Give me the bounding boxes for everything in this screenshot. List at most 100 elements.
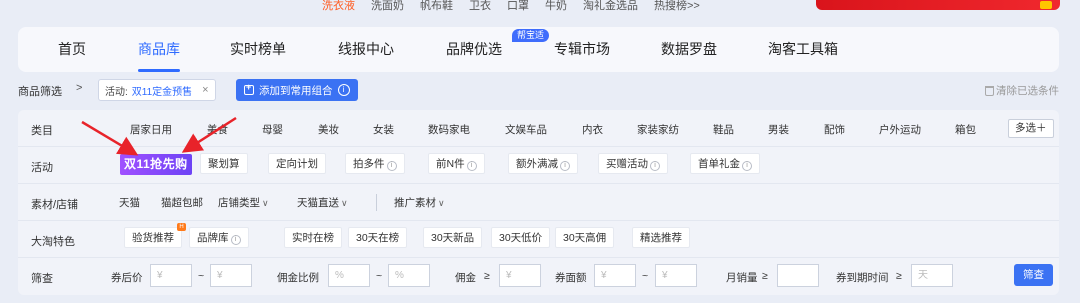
category-item[interactable]: 文娱车品 bbox=[505, 122, 547, 137]
chevron-down-icon: ∨ bbox=[438, 198, 445, 208]
row-label: 活动 bbox=[31, 162, 53, 174]
category-item[interactable]: 数码家电 bbox=[428, 122, 470, 137]
row-label: 大淘特色 bbox=[31, 236, 75, 248]
activity-chip[interactable]: 聚划算 bbox=[200, 153, 248, 174]
nav-brand-select[interactable]: 品牌优选 bbox=[446, 27, 502, 72]
feature-chip[interactable]: 30天低价 bbox=[491, 227, 551, 248]
nav-album-market[interactable]: 专辑市场 bbox=[554, 27, 610, 72]
commission-input[interactable]: ¥ bbox=[499, 264, 541, 287]
coupon-max-input[interactable]: ¥ bbox=[655, 264, 697, 287]
hint-link[interactable]: 卫衣 bbox=[469, 0, 491, 13]
category-item[interactable]: 女装 bbox=[373, 122, 394, 137]
nav-tools[interactable]: 淘客工具箱 bbox=[768, 27, 838, 72]
category-row: 类目 居家日用 美食 母婴 美妆 女装 数码家电 文娱车品 内衣 家装家纺 鞋品… bbox=[18, 110, 1059, 147]
promo-banner[interactable] bbox=[816, 0, 1060, 10]
field-label: 佣金 bbox=[455, 272, 476, 284]
clear-filters-label: 清除已选条件 bbox=[996, 85, 1059, 97]
nav-active-indicator bbox=[138, 69, 180, 72]
activity-row: 活动 双11抢先购 聚划算 定向计划 拍多件 i 前N件 i 额外满减 i 买赠活动 i… bbox=[18, 147, 1059, 184]
info-icon: i bbox=[230, 235, 241, 245]
nav-product-library[interactable]: 商品库 bbox=[138, 27, 180, 72]
category-item[interactable]: 美食 bbox=[207, 122, 228, 137]
store-type-dropdown[interactable]: 店铺类型 ∨ bbox=[218, 195, 269, 210]
category-item[interactable]: 箱包 bbox=[955, 122, 976, 137]
category-item[interactable]: 母婴 bbox=[262, 122, 283, 137]
multi-select-button[interactable]: 多选＋ bbox=[1008, 119, 1054, 138]
category-item[interactable]: 鞋品 bbox=[713, 122, 734, 137]
nav-data-compass[interactable]: 数据罗盘 bbox=[661, 27, 717, 72]
promo-material-dropdown[interactable]: 推广素材 ∨ bbox=[394, 195, 445, 210]
row-label: 类目 bbox=[31, 125, 53, 137]
category-item[interactable]: 内衣 bbox=[582, 122, 603, 137]
rate-min-input[interactable]: % bbox=[328, 264, 370, 287]
range-separator: ~ bbox=[642, 270, 649, 282]
rate-max-input[interactable]: % bbox=[388, 264, 430, 287]
promo-activity-tag[interactable]: 双11抢先购 bbox=[120, 154, 192, 175]
field-label: 券面额 bbox=[555, 272, 587, 284]
nav-realtime-rank[interactable]: 实时榜单 bbox=[230, 27, 286, 72]
activity-chip[interactable]: 定向计划 bbox=[268, 153, 326, 174]
feature-chip[interactable]: 实时在榜 bbox=[284, 227, 342, 248]
coupon-min-input[interactable]: ¥ bbox=[594, 264, 636, 287]
price-min-input[interactable]: ¥ bbox=[150, 264, 192, 287]
clear-filters-button[interactable]: 清除已选条件 bbox=[985, 83, 1059, 98]
hint-link[interactable]: 洗面奶 bbox=[371, 0, 404, 13]
feature-chip[interactable]: 品牌库 i bbox=[189, 227, 249, 248]
hint-link[interactable]: 热搜榜>> bbox=[654, 0, 700, 13]
range-separator: ~ bbox=[376, 270, 383, 282]
chip-label: 额外满减 bbox=[516, 158, 558, 170]
chevron-down-icon: ∨ bbox=[341, 198, 348, 208]
category-item[interactable]: 美妆 bbox=[318, 122, 339, 137]
chip-label: 品牌库 bbox=[197, 232, 229, 244]
chevron-down-icon: ∨ bbox=[262, 198, 269, 208]
activity-chip[interactable]: 额外满减 i bbox=[508, 153, 578, 174]
chip-label: 前N件 bbox=[436, 158, 465, 170]
chip-label: 首单礼金 bbox=[698, 158, 740, 170]
feature-chip[interactable]: 精选推荐 bbox=[632, 227, 690, 248]
info-icon: i bbox=[650, 161, 660, 171]
activity-chip[interactable]: 买赠活动 i bbox=[598, 153, 668, 174]
filter-toolbar: 商品筛选 > 活动: 双11定金预售 × 添加到常用组合 i 清除已选条件 bbox=[18, 78, 1059, 102]
divider bbox=[376, 194, 377, 211]
chevron-right-icon: > bbox=[76, 82, 83, 94]
category-item[interactable]: 户外运动 bbox=[879, 122, 921, 137]
material-item[interactable]: 猫超包邮 bbox=[161, 195, 203, 210]
category-item[interactable]: 男装 bbox=[768, 122, 789, 137]
hint-link[interactable]: 口罩 bbox=[507, 0, 529, 13]
activity-chip[interactable]: 拍多件 i bbox=[345, 153, 405, 174]
hint-link[interactable]: 帆布鞋 bbox=[420, 0, 453, 13]
gte-symbol: ≥ bbox=[762, 270, 768, 282]
nav-home[interactable]: 首页 bbox=[58, 27, 86, 72]
monthly-sales-input[interactable] bbox=[777, 264, 819, 287]
brand-tag-badge: 帮宝适 bbox=[512, 29, 550, 42]
feature-chip[interactable]: 30天新品 bbox=[423, 227, 483, 248]
info-icon: i bbox=[386, 161, 397, 171]
dropdown-label: 店铺类型 bbox=[218, 197, 260, 209]
feature-chip[interactable]: 30天高佣 bbox=[555, 227, 615, 248]
feature-chip[interactable]: 30天在榜 bbox=[348, 227, 408, 248]
tmall-direct-dropdown[interactable]: 天猫直送 ∨ bbox=[297, 195, 348, 210]
screen-submit-button[interactable]: 筛查 bbox=[1014, 264, 1053, 286]
close-icon[interactable]: × bbox=[202, 84, 208, 96]
price-max-input[interactable]: ¥ bbox=[210, 264, 252, 287]
category-item[interactable]: 家装家纺 bbox=[637, 122, 679, 137]
add-to-combo-button[interactable]: 添加到常用组合 i bbox=[236, 79, 358, 101]
category-item[interactable]: 配饰 bbox=[824, 122, 845, 137]
nav-label: 商品库 bbox=[138, 41, 180, 57]
activity-chip[interactable]: 首单礼金 i bbox=[690, 153, 760, 174]
feature-chip[interactable]: 验货推荐 H bbox=[124, 223, 186, 248]
hot-badge-icon: H bbox=[177, 223, 186, 231]
nav-report-center[interactable]: 线报中心 bbox=[338, 27, 394, 72]
material-item[interactable]: 天猫 bbox=[119, 195, 140, 210]
hint-link[interactable]: 牛奶 bbox=[545, 0, 567, 13]
hint-link[interactable]: 淘礼金选品 bbox=[583, 0, 638, 13]
material-store-row: 素材/店铺 天猫 猫超包邮 店铺类型 ∨ 天猫直送 ∨ 推广素材 ∨ bbox=[18, 184, 1059, 221]
field-label: 券后价 bbox=[111, 272, 143, 284]
filter-title: 商品筛选 bbox=[18, 86, 62, 98]
field-label: 月销量 bbox=[726, 272, 758, 284]
expire-days-input[interactable]: 天 bbox=[911, 264, 953, 287]
main-nav: 首页 商品库 实时榜单 线报中心 品牌优选 帮宝适 专辑市场 数据罗盘 淘客工具… bbox=[18, 27, 1059, 72]
category-item[interactable]: 居家日用 bbox=[130, 122, 172, 137]
activity-chip[interactable]: 前N件 i bbox=[428, 153, 485, 174]
hint-link[interactable]: 洗衣液 bbox=[322, 0, 355, 13]
